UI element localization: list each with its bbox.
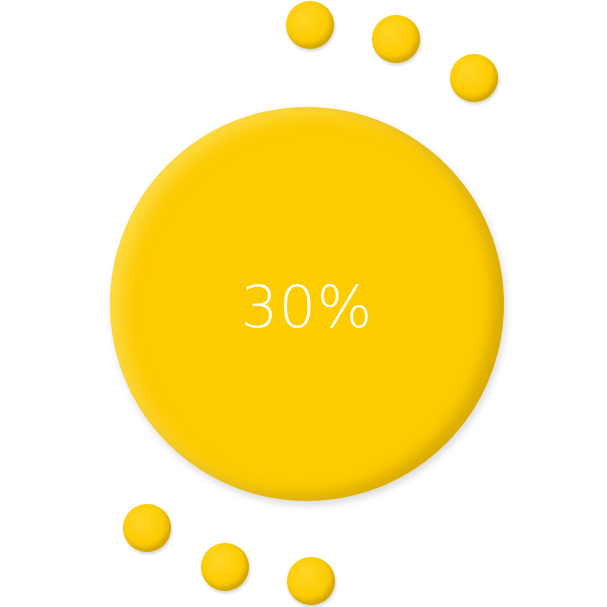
decor-dot-6 [287,557,335,605]
decor-dot-4 [123,504,171,552]
decor-dot-5 [201,543,249,591]
decor-dot-2 [372,15,420,63]
progress-circle: 30% [110,107,504,501]
progress-widget: 30% [0,0,607,607]
decor-dot-1 [286,1,334,49]
decor-dot-3 [450,54,498,102]
progress-percentage: 30% [241,273,373,341]
